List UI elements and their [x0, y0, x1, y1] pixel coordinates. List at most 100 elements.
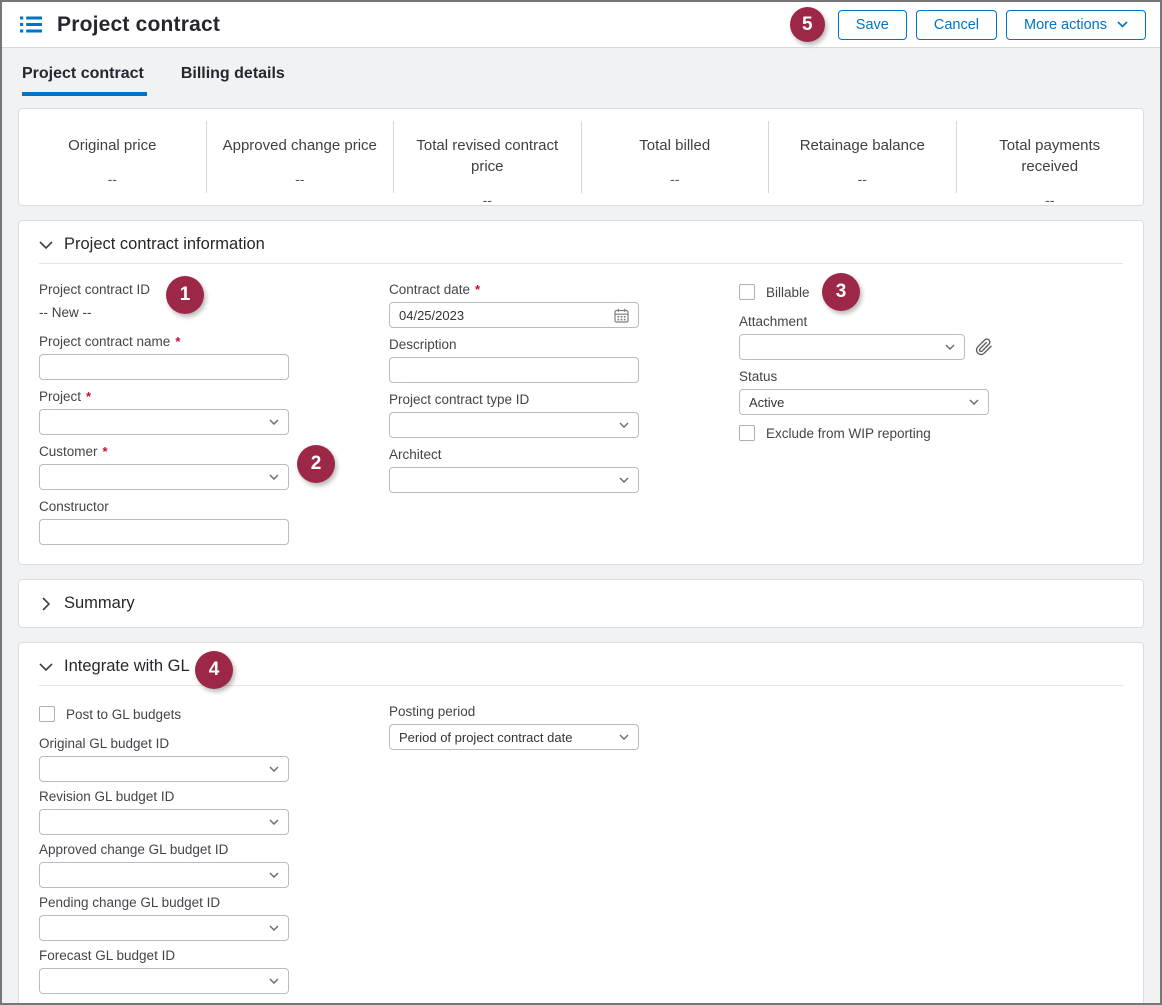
posting-period-select[interactable]: Period of project contract date [389, 724, 639, 750]
gl-column-middle: Posting period Period of project contrac… [389, 704, 739, 1005]
billable-label: Billable [766, 285, 810, 300]
posting-period-select-value: Period of project contract date [399, 730, 572, 745]
callout-badge-1: 1 [166, 276, 204, 314]
chevron-down-icon [269, 925, 279, 931]
forecast-gl-budget-id-label: Forecast GL budget ID [39, 948, 175, 963]
info-column-right: Billable Attachment [739, 282, 1089, 554]
pending-change-gl-budget-id-select[interactable] [39, 915, 289, 941]
billable-checkbox[interactable] [739, 284, 755, 300]
calendar-icon[interactable] [614, 308, 629, 323]
field-customer: Customer * [39, 444, 389, 490]
approved-change-gl-budget-id-label: Approved change GL budget ID [39, 842, 228, 857]
gl-form: Post to GL budgets Original GL budget ID… [19, 686, 1143, 1005]
topbar: Project contract 5 Save Cancel More acti… [2, 2, 1160, 48]
chevron-down-icon [269, 819, 279, 825]
field-revision-gl-budget-id: Revision GL budget ID [39, 789, 389, 835]
kpi-label: Total payments received [957, 135, 1144, 177]
section-title: Project contract information [64, 235, 265, 254]
field-constructor: Constructor [39, 499, 389, 545]
required-asterisk: * [175, 334, 180, 349]
required-asterisk: * [86, 389, 91, 404]
save-button[interactable]: Save [838, 10, 907, 40]
field-approved-change-gl-budget-id: Approved change GL budget ID [39, 842, 389, 888]
field-description: Description [389, 337, 739, 383]
topbar-actions: 5 Save Cancel More actions [790, 7, 1146, 42]
section-summary: Summary [18, 579, 1144, 628]
callout-badge-2: 2 [297, 445, 335, 483]
approved-change-gl-budget-id-select[interactable] [39, 862, 289, 888]
topbar-left: Project contract [20, 13, 220, 37]
architect-label: Architect [389, 447, 442, 462]
status-select-value: Active [749, 395, 784, 410]
chevron-down-icon [269, 872, 279, 878]
tab-project-contract[interactable]: Project contract [22, 65, 147, 96]
callout-badge-3: 3 [822, 273, 860, 311]
required-asterisk: * [103, 444, 108, 459]
callout-badge-5: 5 [790, 7, 825, 42]
field-project: Project * [39, 389, 389, 435]
field-pending-change-gl-budget-id: Pending change GL budget ID [39, 895, 389, 941]
project-contract-name-input[interactable] [39, 354, 289, 380]
info-column-middle: Contract date * 04/25/2023 [389, 282, 739, 554]
chevron-down-icon [945, 344, 955, 350]
description-input[interactable] [389, 357, 639, 383]
section-title: Summary [64, 594, 135, 613]
constructor-input[interactable] [39, 519, 289, 545]
section-toggle-summary[interactable]: Summary [39, 594, 1123, 627]
project-contract-type-id-select[interactable] [389, 412, 639, 438]
chevron-down-icon [39, 663, 53, 671]
kpi-value: -- [207, 171, 394, 187]
chevron-down-icon [619, 734, 629, 740]
chevron-down-icon [969, 399, 979, 405]
kpi-value: -- [582, 171, 769, 187]
kpi-total-billed: Total billed -- [581, 121, 769, 193]
tab-billing-details-label: Billing details [181, 65, 285, 82]
architect-select[interactable] [389, 467, 639, 493]
kpi-label: Retainage balance [769, 135, 956, 156]
tab-project-contract-label: Project contract [22, 65, 144, 82]
revision-gl-budget-id-select[interactable] [39, 809, 289, 835]
info-column-left: Project contract ID -- New -- Project co… [39, 282, 389, 554]
more-actions-label: More actions [1024, 17, 1107, 33]
post-to-gl-label: Post to GL budgets [66, 707, 181, 722]
kpi-total-payments-received: Total payments received -- [956, 121, 1144, 193]
project-contract-page: Project contract 5 Save Cancel More acti… [0, 0, 1162, 1005]
cancel-button[interactable]: Cancel [916, 10, 997, 40]
more-actions-button[interactable]: More actions [1006, 10, 1146, 40]
required-asterisk: * [475, 282, 480, 297]
pending-change-gl-budget-id-label: Pending change GL budget ID [39, 895, 220, 910]
totals-summary-bar: Original price -- Approved change price … [18, 108, 1144, 206]
kpi-label: Original price [19, 135, 206, 156]
original-gl-budget-id-select[interactable] [39, 756, 289, 782]
project-select[interactable] [39, 409, 289, 435]
attachment-label: Attachment [739, 314, 807, 329]
billable-checkbox-row: Billable [739, 284, 1089, 300]
customer-select[interactable] [39, 464, 289, 490]
callout-badge-4: 4 [195, 651, 233, 689]
paperclip-icon[interactable] [975, 338, 993, 356]
customer-label: Customer [39, 444, 98, 459]
chevron-down-icon [269, 474, 279, 480]
tab-bar: Project contract Billing details [2, 48, 1160, 96]
other-gl-budget-id-label: Other GL budget ID [39, 1001, 156, 1005]
chevron-down-icon [619, 477, 629, 483]
attachment-select[interactable] [739, 334, 965, 360]
tab-billing-details[interactable]: Billing details [181, 65, 288, 96]
contract-date-input[interactable]: 04/25/2023 [389, 302, 639, 328]
description-label: Description [389, 337, 457, 352]
exclude-wip-checkbox[interactable] [739, 425, 755, 441]
forecast-gl-budget-id-select[interactable] [39, 968, 289, 994]
field-posting-period: Posting period Period of project contrac… [389, 704, 739, 750]
status-select[interactable]: Active [739, 389, 989, 415]
post-to-gl-checkbox[interactable] [39, 706, 55, 722]
post-to-gl-checkbox-row: Post to GL budgets [39, 706, 389, 722]
kpi-label: Approved change price [207, 135, 394, 156]
chevron-down-icon [39, 241, 53, 249]
field-forecast-gl-budget-id: Forecast GL budget ID [39, 948, 389, 994]
constructor-label: Constructor [39, 499, 109, 514]
section-toggle-project-contract-information[interactable]: Project contract information [39, 235, 1123, 264]
chevron-down-icon [269, 419, 279, 425]
list-menu-icon[interactable] [20, 16, 42, 33]
page-title: Project contract [57, 13, 220, 37]
project-contract-id-label: Project contract ID [39, 282, 150, 297]
